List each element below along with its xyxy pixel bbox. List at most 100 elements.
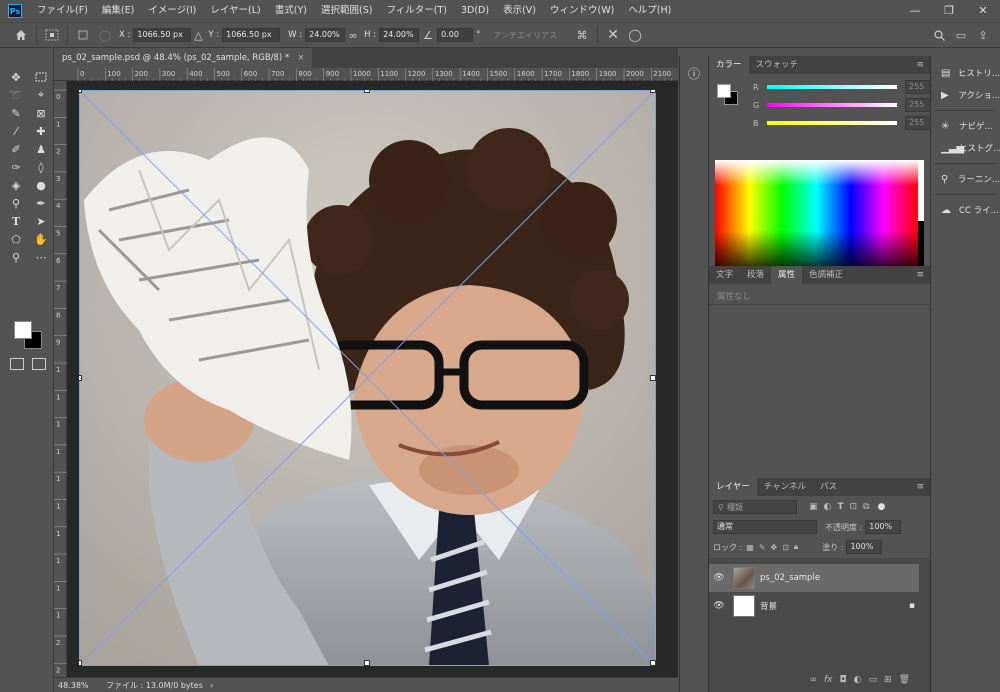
eyedropper-tool-icon[interactable]: ⁄ [5, 122, 27, 140]
b-slider-row[interactable]: B 255 [745, 114, 935, 132]
color-spectrum[interactable] [715, 160, 918, 277]
g-slider-row[interactable]: G 255 [745, 96, 935, 114]
r-slider[interactable] [767, 85, 897, 89]
brush-select-tool-icon[interactable]: ✎ [5, 104, 27, 122]
zoom-tool-icon[interactable]: ⚲ [5, 248, 27, 266]
transform-handle[interactable] [79, 375, 82, 381]
healing-tool-icon[interactable]: ✚ [30, 122, 52, 140]
navigator-panel-button[interactable]: ✳ ナビゲ... [931, 115, 1000, 137]
filter-adjust-icon[interactable]: ◐ [824, 502, 832, 512]
screen-mode-icon[interactable] [32, 358, 46, 370]
tab-properties[interactable]: 属性 [771, 266, 803, 284]
menu-window[interactable]: ウィンドウ(W) [543, 0, 621, 22]
learn-panel-button[interactable]: ⚲ ラーニン... [931, 168, 1000, 190]
blur-tool-icon[interactable]: ● [30, 176, 52, 194]
menu-3d[interactable]: 3D(D) [454, 0, 496, 22]
fill-field[interactable]: 100% [846, 540, 883, 554]
cancel-transform-icon[interactable]: ✕ [602, 25, 624, 45]
tab-adjustments[interactable]: 色調補正 [802, 266, 850, 284]
link-icon[interactable]: ∞ [810, 675, 818, 685]
new-layer-icon[interactable]: ⊞ [884, 675, 892, 685]
angle-field[interactable]: 0.00 [437, 28, 474, 42]
h-field[interactable]: 24.00% [379, 28, 420, 42]
marquee-tool-icon[interactable] [30, 68, 52, 86]
g-slider[interactable] [767, 103, 897, 107]
reference-grid-icon[interactable] [72, 25, 94, 45]
menu-help[interactable]: ヘルプ(H) [621, 0, 678, 22]
w-field[interactable]: 24.00% [305, 28, 346, 42]
stamp-tool-icon[interactable]: ♟ [30, 140, 52, 158]
trash-icon[interactable]: 🗑︎ [899, 675, 910, 685]
history-brush-tool-icon[interactable]: ✑ [5, 158, 27, 176]
blend-mode-select[interactable]: 通常 [713, 520, 817, 534]
eraser-tool-icon[interactable]: ◊ [30, 158, 52, 176]
maximize-button[interactable]: ❐ [932, 0, 966, 22]
menu-file[interactable]: ファイル(F) [30, 0, 95, 22]
zoom-level[interactable]: 48.38% [54, 681, 94, 690]
history-panel-button[interactable]: ▤ ヒストリ... [931, 62, 1000, 84]
home-icon[interactable] [10, 25, 32, 45]
panel-menu-icon[interactable]: ≡ [916, 56, 924, 74]
frame-tool-icon[interactable]: ⊠ [30, 104, 52, 122]
tab-character[interactable]: 文字 [709, 266, 740, 284]
layer-name[interactable]: 背景 [760, 600, 909, 612]
menu-filter[interactable]: フィルター(T) [379, 0, 454, 22]
menu-view[interactable]: 表示(V) [496, 0, 543, 22]
tab-color[interactable]: カラー [709, 56, 749, 74]
pen-tool-icon[interactable]: ✒ [30, 194, 52, 212]
eye-icon[interactable]: 👁︎ [709, 573, 729, 583]
warp-icon[interactable]: ⌘ [571, 25, 593, 45]
menu-layer[interactable]: レイヤー(L) [203, 0, 267, 22]
lock-pixels-icon[interactable]: ✎ [759, 543, 766, 552]
transform-handle[interactable] [364, 660, 370, 666]
commit-transform-icon[interactable]: ◯ [624, 25, 646, 45]
move-tool-icon[interactable]: ✥ [5, 68, 27, 86]
color-spectrum-bw[interactable] [918, 160, 924, 277]
layer-row[interactable]: 👁︎ 背景 ▪ [709, 592, 919, 620]
menu-type[interactable]: 書式(Y) [268, 0, 314, 22]
color-fg-chip[interactable] [717, 84, 731, 98]
panel-menu-icon[interactable]: ≡ [916, 478, 924, 496]
bucket-tool-icon[interactable]: ◈ [5, 176, 27, 194]
hand-tool-icon[interactable]: ✋ [30, 230, 52, 248]
canvas[interactable] [67, 81, 678, 677]
lock-all-icon[interactable]: 🔒︎ [794, 542, 798, 552]
status-expand-icon[interactable]: › [210, 681, 213, 690]
fx-icon[interactable]: fx [824, 675, 833, 685]
close-document-icon[interactable]: × [297, 53, 304, 63]
lock-position-icon[interactable]: ✥ [771, 543, 778, 552]
tab-paths[interactable]: パス [813, 478, 844, 496]
transform-handle[interactable] [650, 660, 656, 666]
close-window-button[interactable]: ✕ [966, 0, 1000, 22]
workspace-icon[interactable]: ▭ [950, 25, 972, 45]
antialias-checkbox[interactable]: アンチエイリアス [493, 30, 557, 41]
panel-menu-icon[interactable]: ≡ [916, 266, 924, 284]
menu-select[interactable]: 選択範囲(S) [314, 0, 379, 22]
transform-handle[interactable] [79, 90, 82, 93]
layer-row[interactable]: 👁︎ ps_02_sample [709, 564, 919, 592]
transform-handle[interactable] [364, 90, 370, 93]
share-icon[interactable]: ⇪ [972, 25, 994, 45]
link-aspect-icon[interactable]: ∞ [345, 25, 361, 45]
filter-toggle-icon[interactable]: ● [878, 502, 886, 512]
tab-layers[interactable]: レイヤー [709, 478, 757, 496]
lock-artboard-icon[interactable]: ⊡ [782, 543, 789, 552]
actions-panel-button[interactable]: ▶ アクショ... [931, 84, 1000, 106]
document-image[interactable] [79, 90, 656, 666]
transform-handle[interactable] [650, 375, 656, 381]
brush-tool-icon[interactable]: ✐ [5, 140, 27, 158]
more-tools-icon[interactable]: ⋯ [30, 248, 52, 266]
tab-channels[interactable]: チャンネル [757, 478, 813, 496]
histogram-panel-button[interactable]: ▁▃▅ ヒストグ... [931, 137, 1000, 159]
info-icon[interactable]: ⓘ [686, 66, 702, 82]
path-select-tool-icon[interactable]: ➤ [30, 212, 52, 230]
color-swatches[interactable] [14, 321, 44, 351]
opacity-field[interactable]: 100% [865, 520, 902, 534]
group-icon[interactable]: ▭ [869, 675, 878, 685]
quick-mask-icon[interactable] [10, 358, 24, 370]
filter-smart-icon[interactable]: ⧉ [863, 502, 869, 512]
document-tab[interactable]: ps_02_sample.psd @ 48.4% (ps_02_sample, … [54, 48, 313, 68]
reference-toggle-icon[interactable]: ◯ [94, 25, 116, 45]
menu-edit[interactable]: 編集(E) [95, 0, 141, 22]
shape-tool-icon[interactable]: ⬠ [5, 230, 27, 248]
